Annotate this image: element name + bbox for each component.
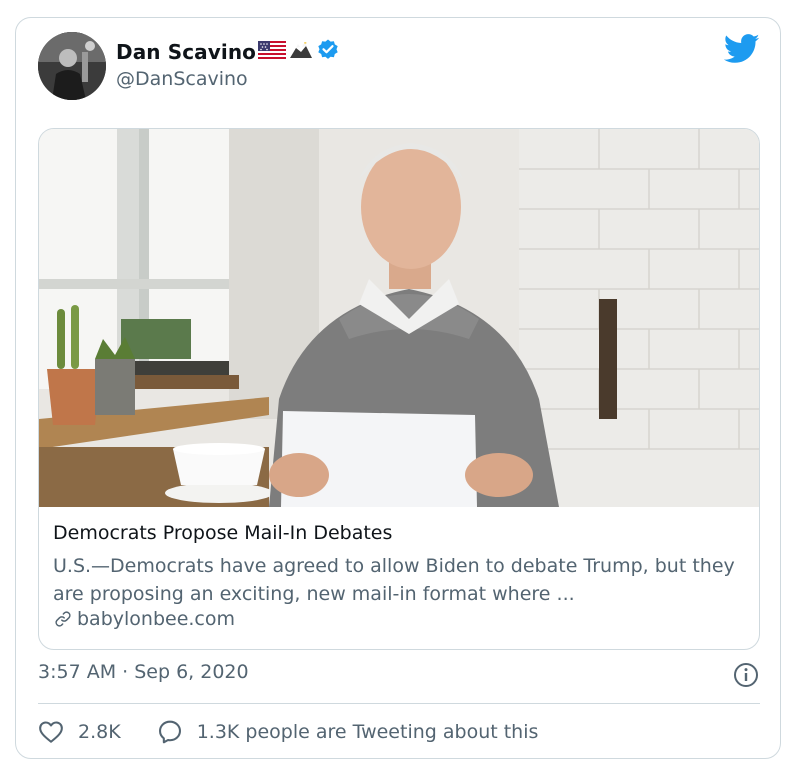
eagle-emoji	[288, 38, 314, 66]
link-domain-text[interactable]: babylonbee.com	[77, 608, 235, 630]
link-icon	[55, 611, 71, 627]
conversation-text[interactable]: 1.3K people are Tweeting about this	[197, 721, 539, 743]
like-button[interactable]: 2.8K	[38, 720, 121, 744]
author-handle[interactable]: @DanScavino	[116, 68, 248, 90]
divider	[38, 703, 760, 704]
us-flag-emoji	[258, 41, 287, 63]
display-name[interactable]: Dan Scavino	[116, 40, 256, 64]
author-name-row[interactable]: Dan Scavino	[116, 38, 340, 66]
tweet-actions: 2.8K 1.3K people are Tweeting about this	[38, 716, 538, 748]
tweet-timestamp[interactable]: 3:57 AM · Sep 6, 2020	[38, 661, 249, 683]
like-count[interactable]: 2.8K	[78, 721, 121, 743]
avatar[interactable]	[38, 32, 106, 100]
info-icon[interactable]	[733, 662, 759, 688]
twitter-bird-icon[interactable]	[723, 34, 760, 64]
speech-bubble-icon	[158, 720, 181, 744]
link-description: U.S.—Democrats have agreed to allow Bide…	[53, 555, 735, 605]
link-title[interactable]: Democrats Propose Mail-In Debates	[53, 522, 392, 544]
conversation-button[interactable]: 1.3K people are Tweeting about this	[157, 719, 539, 745]
heart-icon	[39, 721, 63, 743]
verified-badge-icon	[316, 38, 340, 66]
link-domain[interactable]: babylonbee.com	[53, 608, 235, 630]
link-preview-card[interactable]: Democrats Propose Mail-In Debates U.S.—D…	[38, 128, 760, 650]
article-image[interactable]	[39, 129, 760, 507]
